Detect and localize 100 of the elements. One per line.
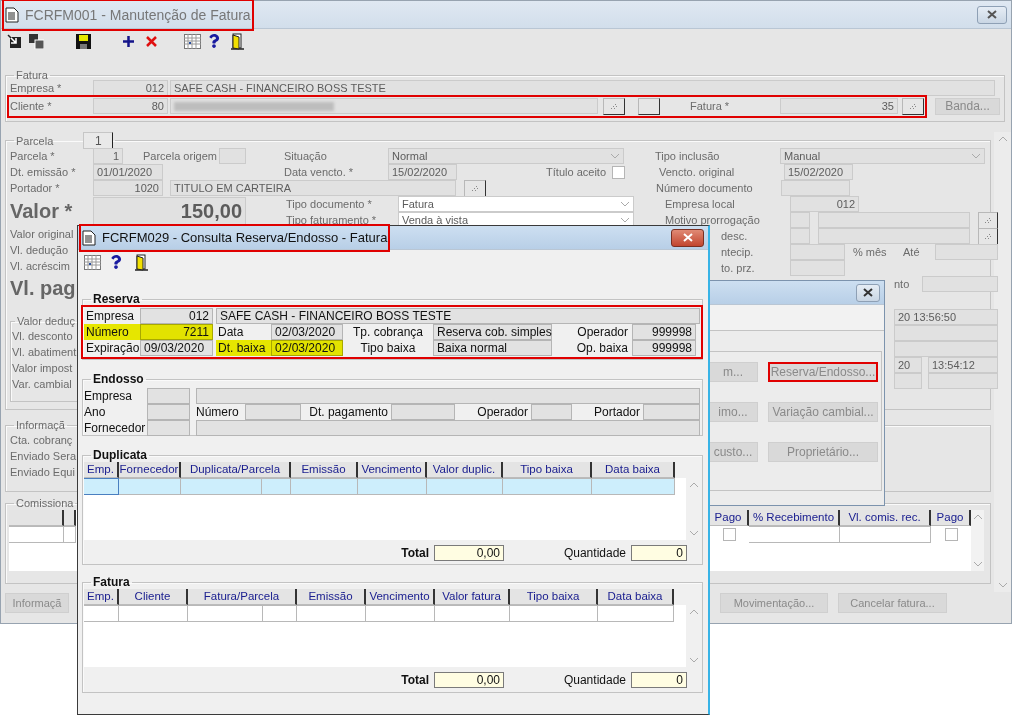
text-field[interactable]: 15/02/2020: [784, 164, 853, 180]
grid-icon[interactable]: [184, 33, 201, 49]
text-field[interactable]: SAFE CASH - FINANCEIRO BOSS TESTE: [216, 308, 700, 324]
field-label: Fornecedor: [84, 420, 147, 436]
text-field[interactable]: [818, 228, 970, 244]
chevron-up-icon: [688, 609, 699, 615]
text-field[interactable]: 01/01/2020: [93, 164, 163, 180]
checkbox[interactable]: [612, 165, 625, 179]
dots-icon: [983, 216, 993, 224]
text-field[interactable]: 02/03/2020: [271, 324, 343, 340]
text-field[interactable]: SAFE CASH - FINANCEIRO BOSS TESTE: [170, 80, 995, 96]
close-button[interactable]: [977, 5, 1007, 24]
group-title: Endosso: [92, 372, 145, 386]
text-field[interactable]: Reserva cob. simples: [433, 324, 552, 340]
dropdown[interactable]: Normal: [388, 148, 624, 164]
text-field[interactable]: [818, 212, 970, 228]
text-field[interactable]: [790, 244, 845, 260]
text-field[interactable]: 150,00: [93, 196, 246, 226]
close-button[interactable]: [856, 283, 880, 302]
text-field[interactable]: [643, 404, 700, 420]
text-field[interactable]: [147, 420, 190, 436]
text-field[interactable]: [894, 341, 998, 357]
chevron-down-icon: [997, 582, 1008, 588]
text-field[interactable]: [531, 404, 572, 420]
text-field[interactable]: 1: [93, 148, 123, 164]
text-field[interactable]: 13:54:12: [928, 357, 998, 373]
text-field[interactable]: TITULO EM CARTEIRA: [170, 180, 456, 196]
text-field[interactable]: [894, 325, 998, 341]
text-field[interactable]: 999998: [632, 340, 696, 356]
field-label: Valor impost: [12, 361, 73, 376]
text-field[interactable]: [781, 180, 850, 196]
help-icon[interactable]: [109, 255, 123, 269]
text-field[interactable]: [894, 373, 922, 389]
text-field[interactable]: [196, 420, 700, 436]
text-field[interactable]: [928, 373, 998, 389]
close-button[interactable]: [671, 228, 704, 247]
text-field[interactable]: 1020: [93, 180, 163, 196]
lookup-button[interactable]: [603, 97, 625, 115]
squares-icon[interactable]: [29, 33, 44, 49]
dropdown[interactable]: Manual: [780, 148, 985, 164]
text-field[interactable]: 02/03/2020: [271, 340, 343, 356]
text-field[interactable]: [147, 388, 190, 404]
text-field[interactable]: [935, 244, 998, 260]
column-header: Emp.: [84, 462, 119, 478]
door-icon[interactable]: [229, 32, 245, 50]
text-field[interactable]: 09/03/2020: [140, 340, 213, 356]
text-field[interactable]: 15/02/2020: [388, 164, 457, 180]
text-field[interactable]: 999998: [632, 324, 696, 340]
field-label: Motivo prorrogação: [665, 213, 761, 228]
text-field[interactable]: 20 13:56:50: [894, 309, 998, 325]
text-field[interactable]: 20: [894, 357, 922, 373]
lookup-button[interactable]: [464, 179, 486, 197]
field-label: desc.: [721, 229, 749, 244]
field-label: Cliente *: [10, 99, 53, 114]
text-field[interactable]: [790, 212, 810, 228]
field-label: Número: [84, 324, 140, 340]
text-field[interactable]: 012: [790, 196, 859, 212]
text-field[interactable]: 0,00: [434, 672, 504, 688]
dropdown[interactable]: Fatura: [398, 196, 634, 212]
text-field[interactable]: 7211: [140, 324, 213, 340]
scrollbar[interactable]: [971, 510, 984, 571]
field-label: Var. cambial: [12, 377, 72, 392]
text-field[interactable]: 0,00: [434, 545, 504, 561]
scrollbar[interactable]: [994, 132, 1011, 592]
text-field[interactable]: 80: [93, 98, 168, 114]
text-field[interactable]: [196, 388, 700, 404]
text-field[interactable]: [391, 404, 455, 420]
lookup-button[interactable]: [902, 97, 924, 115]
table-cell: [119, 478, 181, 495]
text-field[interactable]: [170, 98, 598, 114]
text-field[interactable]: [790, 228, 810, 244]
x-icon[interactable]: [146, 35, 157, 47]
checkbox[interactable]: [944, 528, 958, 541]
text-field[interactable]: [922, 276, 998, 292]
arrow-box-icon[interactable]: [7, 34, 21, 48]
text-field[interactable]: [245, 404, 301, 420]
field-label: Enviado Equi: [10, 465, 75, 480]
text-field[interactable]: 012: [140, 308, 213, 324]
field-label: Vl. dedução: [10, 243, 69, 258]
text-field[interactable]: Baixa normal: [433, 340, 552, 356]
text-field[interactable]: 0: [631, 672, 687, 688]
door-icon[interactable]: [133, 253, 149, 271]
small-button[interactable]: [638, 97, 660, 115]
text-field[interactable]: [147, 404, 190, 420]
group-title: Reserva: [92, 292, 141, 306]
tab[interactable]: 1: [83, 132, 114, 149]
text-field[interactable]: 0: [631, 545, 687, 561]
column-header: Tipo baixa: [510, 589, 598, 605]
text-field[interactable]: [219, 148, 246, 164]
save-icon[interactable]: [76, 33, 91, 49]
group-title: Fatura: [15, 68, 49, 82]
help-icon[interactable]: [207, 34, 221, 48]
text-field[interactable]: 35: [780, 98, 898, 114]
plus-icon[interactable]: [123, 35, 134, 47]
checkbox[interactable]: [722, 528, 736, 541]
grid-icon[interactable]: [84, 254, 101, 270]
column-header: Valor duplic.: [427, 462, 503, 478]
lookup-button[interactable]: [978, 211, 998, 229]
text-field[interactable]: [790, 260, 845, 276]
text-field[interactable]: 012: [93, 80, 168, 96]
